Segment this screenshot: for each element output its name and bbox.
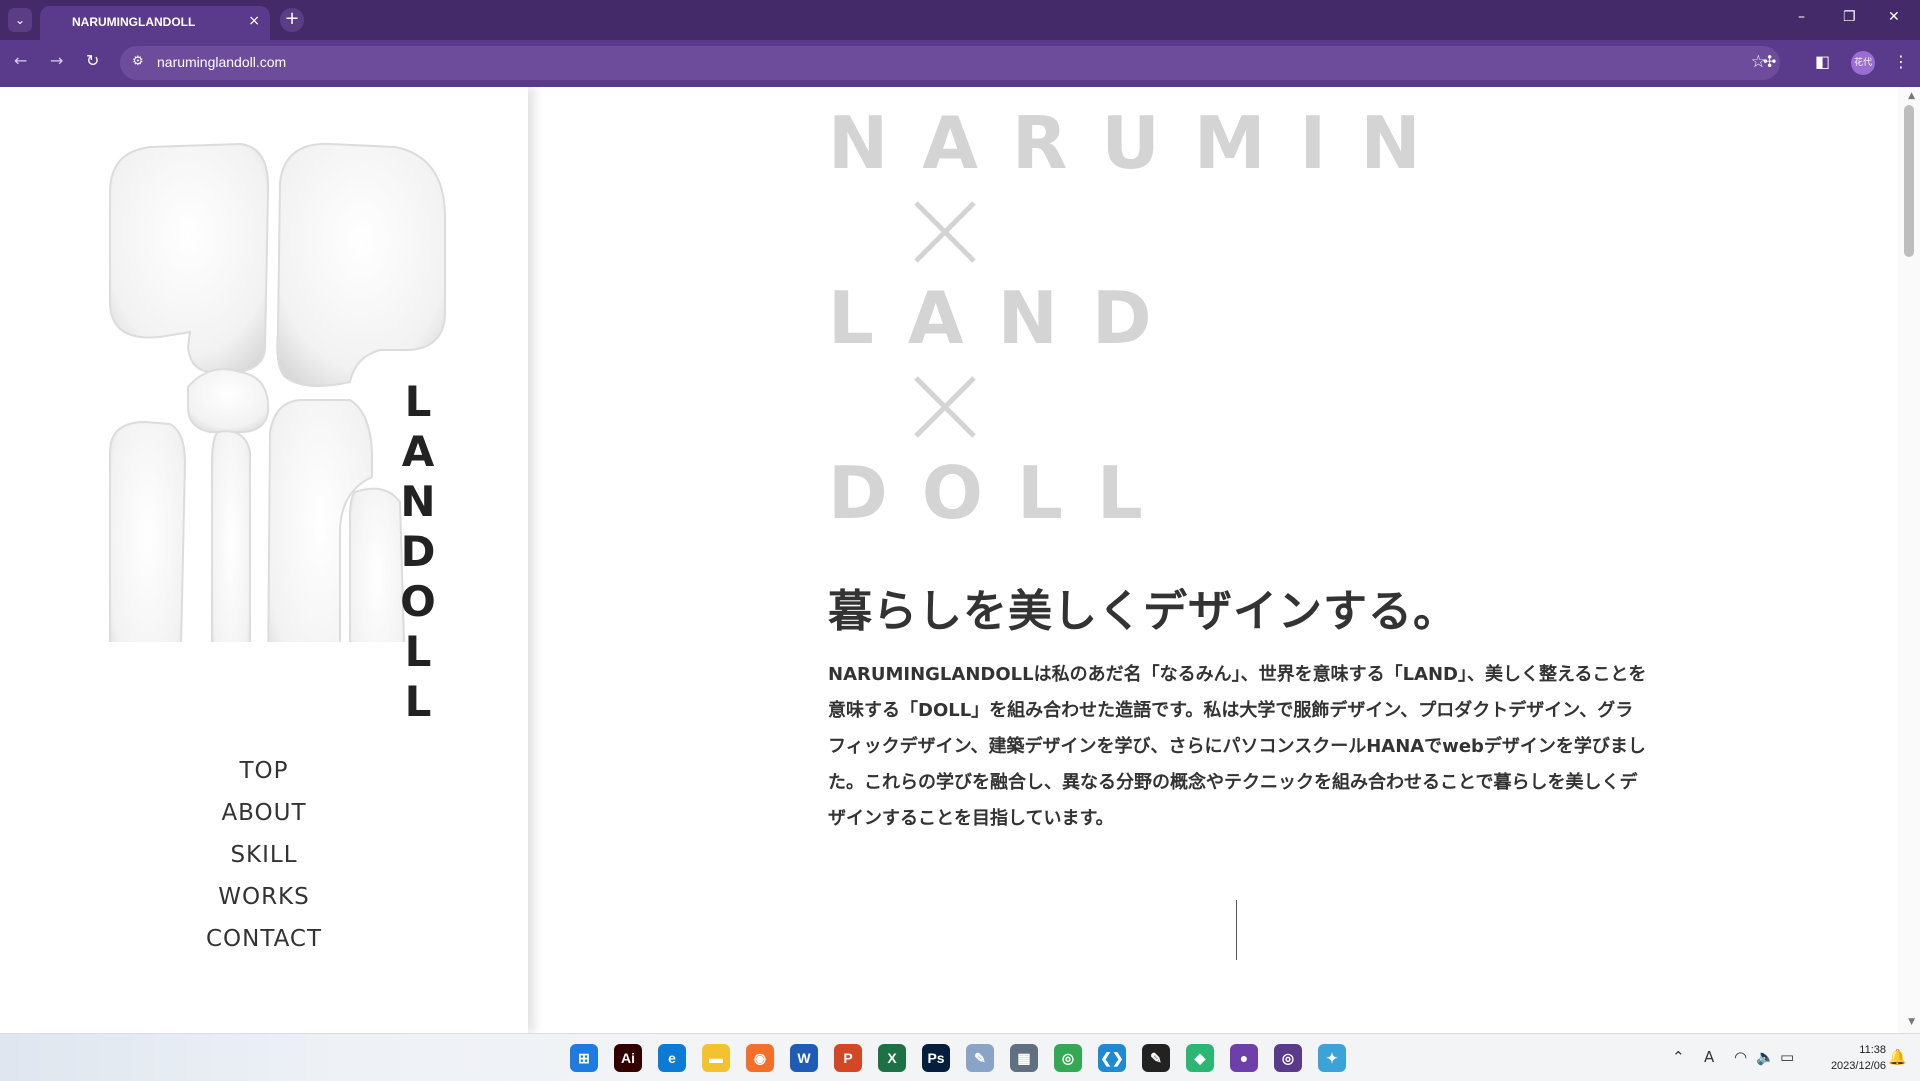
- extensions-icon[interactable]: ✣: [1763, 52, 1776, 71]
- tab-title: NARUMINGLANDOLL: [72, 15, 196, 29]
- chrome-profile-icon[interactable]: ◎: [1274, 1044, 1302, 1072]
- nav-item-contact[interactable]: CONTACT: [0, 918, 528, 960]
- cross-icon: [914, 201, 976, 263]
- photoshop-icon[interactable]: Ps: [922, 1044, 950, 1072]
- powerpoint-icon[interactable]: P: [834, 1044, 862, 1072]
- browser-tabstrip: ⌄ NARUMINGLANDOLL × + – ❐ ✕: [0, 0, 1920, 40]
- logo-letter: D: [400, 527, 436, 576]
- address-bar[interactable]: ⚙ naruminglandoll.com ☆: [120, 46, 1780, 80]
- page-viewport: L A N D O L L TOP ABOUT SKILL WORKS CONT…: [0, 87, 1920, 1033]
- firefox-icon[interactable]: ◉: [746, 1044, 774, 1072]
- cross-icon: [914, 376, 976, 438]
- scrollbar-thumb[interactable]: [1904, 105, 1914, 257]
- menu-kebab-icon[interactable]: ⋮: [1893, 52, 1909, 71]
- word-icon[interactable]: W: [790, 1044, 818, 1072]
- scroll-down-icon[interactable]: ▼: [1908, 1017, 1915, 1027]
- nav-item-skill[interactable]: SKILL: [0, 834, 528, 876]
- tab-close-icon[interactable]: ×: [248, 13, 260, 29]
- main-nav: TOP ABOUT SKILL WORKS CONTACT: [0, 750, 528, 960]
- volume-muted-icon[interactable]: 🔈: [1756, 1048, 1775, 1066]
- browser-toolbar: ← → ↻ ⚙ naruminglandoll.com ☆ ✣ ◧ 花代 ⋮: [0, 40, 1920, 87]
- logo-letter: L: [404, 377, 432, 426]
- page-scrollbar[interactable]: ▲ ▼: [1898, 87, 1920, 1033]
- new-tab-button[interactable]: +: [280, 8, 304, 32]
- clock-date: 2023/12/06: [1830, 1060, 1886, 1072]
- battery-icon[interactable]: ▭: [1780, 1048, 1794, 1066]
- edge-icon[interactable]: e: [658, 1044, 686, 1072]
- calculator-icon[interactable]: ▦: [1010, 1044, 1038, 1072]
- windows-taskbar: ⊞ Ai e ▬ ◉ W P X Ps ✎ ▦ ◎ ❮❯ ✎ ◆ ● ◎ ✦ ⌃ A ◠ 🔈 ▭ 11:38 20…: [0, 1033, 1920, 1081]
- chrome-icon[interactable]: ◎: [1054, 1044, 1082, 1072]
- side-panel-icon[interactable]: ◧: [1815, 52, 1830, 71]
- close-window-button[interactable]: ✕: [1888, 9, 1900, 25]
- hero-word-narumin: NARUMIN: [828, 101, 1455, 185]
- nav-item-top[interactable]: TOP: [0, 750, 528, 792]
- logo-letter: L: [404, 627, 432, 676]
- reload-icon[interactable]: ↻: [86, 51, 99, 70]
- back-arrow-icon[interactable]: ←: [14, 51, 27, 70]
- paint-icon[interactable]: ✎: [966, 1044, 994, 1072]
- ime-icon[interactable]: A: [1704, 1048, 1714, 1066]
- notification-bell-icon[interactable]: 🔔: [1888, 1048, 1907, 1066]
- sticky-notes-icon[interactable]: ✎: [1142, 1044, 1170, 1072]
- logo-letter: A: [401, 427, 435, 476]
- scroll-indicator-line: [1236, 900, 1237, 960]
- intro-paragraph: NARUMINGLANDOLLは私のあだ名「なるみん」、世界を意味する「LAND…: [828, 664, 1647, 829]
- clock-time: 11:38: [1859, 1044, 1886, 1056]
- illustrator-icon[interactable]: Ai: [614, 1044, 642, 1072]
- forward-arrow-icon[interactable]: →: [50, 51, 63, 70]
- file-explorer-icon[interactable]: ▬: [702, 1044, 730, 1072]
- hero-word-doll: DOLL: [828, 451, 1177, 535]
- tab-search-button[interactable]: ⌄: [8, 8, 32, 32]
- system-clock[interactable]: 11:38 2023/12/06: [1812, 1042, 1886, 1074]
- site-info-icon[interactable]: ⚙: [132, 54, 144, 69]
- logo-letter: O: [400, 577, 436, 626]
- profile-avatar[interactable]: 花代: [1851, 51, 1875, 75]
- minimize-button[interactable]: –: [1798, 9, 1805, 25]
- hero-word-land: LAND: [828, 276, 1186, 360]
- show-hidden-icons-icon[interactable]: ⌃: [1672, 1048, 1685, 1066]
- github-icon[interactable]: ●: [1230, 1044, 1258, 1072]
- vscode-icon[interactable]: ❮❯: [1098, 1044, 1126, 1072]
- url-text[interactable]: naruminglandoll.com: [157, 54, 286, 70]
- page-headline: 暮らしを美しくデザインする。: [828, 586, 1458, 637]
- nav-item-works[interactable]: WORKS: [0, 876, 528, 918]
- start-icon[interactable]: ⊞: [570, 1044, 598, 1072]
- scroll-up-icon[interactable]: ▲: [1908, 91, 1915, 101]
- main-content: NARUMIN LAND DOLL 暮らしを美しくデザインする。 NARUMIN…: [528, 87, 1898, 1033]
- app-green-icon[interactable]: ◆: [1186, 1044, 1214, 1072]
- sidebar: L A N D O L L TOP ABOUT SKILL WORKS CONT…: [0, 87, 528, 1033]
- logo-letter: L: [404, 677, 432, 726]
- logo-letter: N: [400, 477, 436, 526]
- nav-item-about[interactable]: ABOUT: [0, 792, 528, 834]
- app-globe-icon[interactable]: ✦: [1318, 1044, 1346, 1072]
- excel-icon[interactable]: X: [878, 1044, 906, 1072]
- browser-tab[interactable]: NARUMINGLANDOLL ×: [40, 6, 270, 40]
- restore-button[interactable]: ❐: [1843, 9, 1856, 25]
- wifi-icon[interactable]: ◠: [1734, 1048, 1747, 1066]
